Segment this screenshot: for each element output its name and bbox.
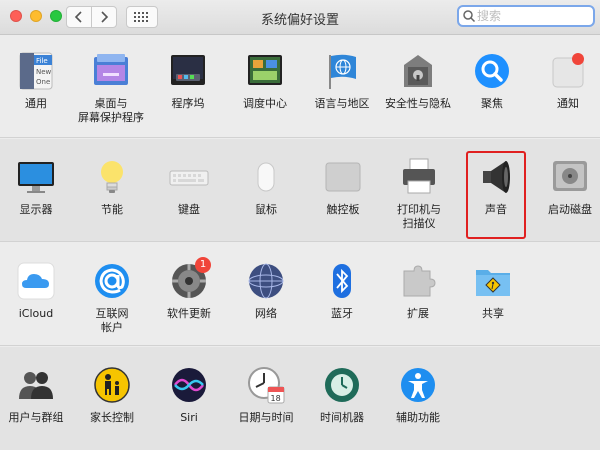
pref-internet-accounts[interactable]: 互联网 帐户 (73, 261, 151, 335)
spotlight-icon (472, 51, 512, 91)
pref-energy-saver[interactable]: 节能 (73, 157, 151, 217)
startup-disk-icon (550, 157, 590, 197)
pref-software-update[interactable]: 1 软件更新 (150, 257, 228, 321)
search-input[interactable] (477, 7, 587, 25)
pref-desktop-screensaver[interactable]: 桌面与 屏幕保护程序 (72, 51, 150, 125)
pref-trackpad[interactable]: 触控板 (304, 157, 382, 217)
pref-label: 辅助功能 (396, 411, 440, 424)
svg-text:18: 18 (271, 394, 281, 403)
bluetooth-icon (322, 261, 362, 301)
pref-label: Siri (180, 411, 198, 424)
pref-siri[interactable]: Siri (150, 365, 228, 425)
pref-label: 家长控制 (90, 411, 134, 424)
pref-label: 网络 (255, 307, 277, 320)
general-icon: File New One (16, 51, 56, 91)
pref-sharing[interactable]: 共享 (454, 261, 532, 321)
displays-icon (16, 157, 56, 197)
extensions-icon (398, 261, 438, 301)
pref-label: 桌面与 屏幕保护程序 (78, 97, 144, 124)
pref-label: 日期与时间 (238, 411, 294, 424)
pref-label: 互联网 帐户 (95, 307, 129, 334)
section-personal: File New One 通用 桌面与 屏幕保护程序 程序坞 调度中心 语言与地… (0, 35, 600, 138)
time-machine-icon (322, 365, 362, 405)
pref-label: 打印机与 扫描仪 (397, 203, 441, 230)
pref-date-time[interactable]: 18 日期与时间 (227, 365, 305, 425)
pref-bluetooth[interactable]: 蓝牙 (303, 261, 381, 321)
pref-dock[interactable]: 程序坞 (149, 51, 227, 111)
sharing-icon (473, 261, 513, 301)
section-system: 用户与群组 家长控制 Siri 18 日期与时间 时间机器 辅助功能 (0, 347, 600, 450)
dock-icon (168, 51, 208, 91)
network-icon (246, 261, 286, 301)
pref-label: 共享 (482, 307, 504, 320)
pref-mouse[interactable]: 鼠标 (227, 157, 305, 217)
pref-label: iCloud (18, 307, 54, 320)
pref-general[interactable]: File New One 通用 (0, 51, 75, 111)
pref-label: 启动磁盘 (548, 203, 592, 216)
sound-highlight-box (466, 151, 526, 239)
svg-text:One: One (36, 78, 50, 86)
svg-text:File: File (36, 57, 48, 65)
energy-saver-icon (92, 157, 132, 197)
pref-network[interactable]: 网络 (227, 261, 305, 321)
language-region-icon (322, 51, 362, 91)
date-time-icon: 18 (246, 365, 286, 405)
pref-keyboard[interactable]: 键盘 (150, 157, 228, 217)
pref-security-privacy[interactable]: 安全性与隐私 (379, 51, 457, 111)
section-internet: iCloud 互联网 帐户 1 软件更新 网络 蓝牙 扩展 共享 (0, 243, 600, 346)
internet-accounts-icon (92, 261, 132, 301)
pref-label: 节能 (101, 203, 123, 216)
pref-label: 程序坞 (171, 97, 205, 110)
svg-text:New: New (36, 68, 52, 76)
pref-label: 蓝牙 (331, 307, 353, 320)
pref-label: 用户与群组 (8, 411, 64, 424)
accessibility-icon (398, 365, 438, 405)
pref-icloud[interactable]: iCloud (0, 261, 75, 321)
pref-label: 鼠标 (255, 203, 277, 216)
users-groups-icon (16, 365, 56, 405)
system-preferences-window: 系统偏好设置 File New One 通用 (0, 0, 600, 450)
pref-extensions[interactable]: 扩展 (379, 261, 457, 321)
software-update-icon: 1 (169, 257, 211, 301)
pref-parental-controls[interactable]: 家长控制 (73, 365, 151, 425)
pref-users-groups[interactable]: 用户与群组 (0, 365, 75, 425)
mouse-icon (246, 157, 286, 197)
pref-label: 调度中心 (243, 97, 287, 110)
pref-time-machine[interactable]: 时间机器 (303, 365, 381, 425)
pref-spotlight[interactable]: 聚焦 (453, 51, 531, 111)
pref-label: 语言与地区 (314, 97, 370, 110)
pref-label: 键盘 (178, 203, 200, 216)
notifications-icon (548, 51, 588, 91)
trackpad-icon (323, 157, 363, 197)
pref-mission-control[interactable]: 调度中心 (226, 51, 304, 111)
mission-control-icon (245, 51, 285, 91)
security-privacy-icon (398, 51, 438, 91)
pref-label: 通用 (25, 97, 47, 110)
pref-label: 软件更新 (167, 307, 211, 320)
pref-displays[interactable]: 显示器 (0, 157, 75, 217)
update-count-badge: 1 (195, 257, 211, 273)
pref-printers-scanners[interactable]: 打印机与 扫描仪 (380, 157, 458, 231)
pref-label: 安全性与隐私 (385, 97, 451, 110)
pref-label: 时间机器 (320, 411, 364, 424)
pref-language-region[interactable]: 语言与地区 (303, 51, 381, 111)
pref-label: 通知 (557, 97, 579, 110)
search-icon (463, 10, 476, 23)
pref-startup-disk[interactable]: 启动磁盘 (531, 157, 600, 217)
parental-controls-icon (92, 365, 132, 405)
printers-scanners-icon (399, 157, 439, 197)
pref-label: 触控板 (326, 203, 360, 216)
pref-label: 扩展 (407, 307, 429, 320)
search-field[interactable] (457, 5, 595, 27)
pref-label: 聚焦 (481, 97, 503, 110)
desktop-screensaver-icon (91, 51, 131, 91)
keyboard-icon (169, 157, 209, 197)
pref-accessibility[interactable]: 辅助功能 (379, 365, 457, 425)
pref-label: 显示器 (19, 203, 53, 216)
pref-notifications[interactable]: 通知 (529, 51, 600, 111)
title-bar: 系统偏好设置 (0, 0, 600, 35)
siri-icon (169, 365, 209, 405)
icloud-icon (16, 261, 56, 301)
